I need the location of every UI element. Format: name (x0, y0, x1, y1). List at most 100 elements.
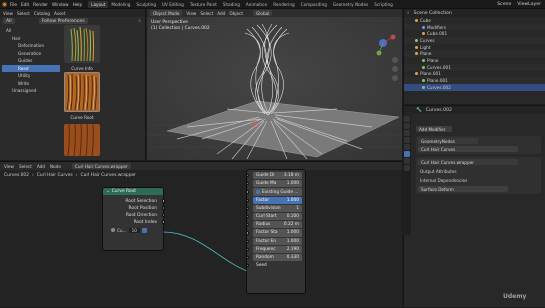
viewport-menu-view[interactable]: View (186, 11, 196, 16)
outliner-row[interactable]: Plane (404, 57, 545, 64)
group-input-field[interactable]: Existing Guide ... (246, 188, 302, 196)
group-input-field[interactable]: Subdivision 1 (246, 204, 302, 213)
render-tab-icon[interactable] (404, 123, 410, 129)
group-input-field[interactable]: Seed (246, 262, 302, 269)
checkbox-icon[interactable] (141, 227, 147, 233)
outliner-row[interactable]: Light (404, 44, 545, 51)
workspace-tab-compositing[interactable]: Compositing (298, 1, 330, 8)
viewport-menu-add[interactable]: Add (217, 11, 225, 16)
output-socket[interactable] (161, 220, 165, 224)
menu-render[interactable]: Render (33, 2, 48, 7)
input-socket[interactable] (246, 255, 250, 260)
asset-thumb-3[interactable] (64, 123, 100, 158)
workspace-tab-rendering[interactable]: Rendering (270, 1, 297, 8)
outliner-row[interactable]: Plane.001 (404, 77, 545, 84)
group-input-node[interactable]: Guide Di 3.18 m Guide Ma 1.000 Existing Guid… (246, 170, 305, 293)
input-socket[interactable] (246, 239, 250, 243)
group-input-field[interactable]: Curl Start 0.100 (246, 212, 302, 221)
count-field[interactable]: 10 (128, 227, 140, 233)
workspace-tab-uv-editing[interactable]: UV Editing (159, 1, 187, 8)
modifier-name-geometrynodes[interactable]: GeometryNodes (418, 138, 478, 144)
modifier-name-wrapper[interactable]: Curl Hair Curves.wrapper (418, 159, 518, 165)
group-input-field[interactable]: Frequenc 2.190 (246, 245, 302, 253)
catalog-item[interactable]: Generation (2, 50, 60, 58)
node-editor[interactable]: View Select Add Node Curl Hair Curves.wrapp… (0, 161, 526, 307)
workspace-tab-shading[interactable]: Shading (220, 1, 243, 8)
workspace-tab-geometry-nodes[interactable]: Geometry Nodes (330, 1, 371, 8)
asset-menu-select[interactable]: Select (17, 11, 30, 16)
input-socket[interactable] (246, 231, 250, 235)
menu-help[interactable]: Help (73, 2, 83, 7)
tool-tab-icon[interactable] (404, 116, 410, 122)
blender-logo-icon[interactable]: ◉ (0, 0, 9, 9)
import-mode-select[interactable]: Follow Preferences (38, 18, 88, 24)
node-collapse-icon[interactable]: ⌄ (106, 189, 110, 194)
catalog-item[interactable]: All (2, 27, 60, 35)
catalog-item[interactable]: Write (2, 80, 60, 88)
curve-root-node[interactable]: ⌄ Curve Root Root Selection Root Position R… (103, 188, 165, 250)
outliner-filter-icon[interactable]: ⌕ (407, 10, 410, 16)
workspace-tab-modeling[interactable]: Modeling (108, 1, 133, 8)
input-socket[interactable] (246, 174, 250, 178)
group-input-field[interactable]: Random 0.330 (246, 253, 302, 262)
scene-tab-icon[interactable] (404, 144, 410, 150)
asset-library-select[interactable]: All (3, 18, 15, 24)
menu-file[interactable]: File (10, 2, 17, 7)
catalog-item[interactable]: Utility (2, 72, 60, 80)
add-modifier-button[interactable]: Add Modifier (416, 126, 452, 132)
workspace-tab-animation[interactable]: Animation (243, 1, 270, 8)
physics-tab-icon[interactable] (404, 158, 410, 164)
view-layer-selector[interactable]: ViewLayer (517, 2, 541, 7)
asset-thumb-curve-info[interactable]: Curve Info (64, 25, 100, 71)
internal-dependencies-panel[interactable]: Internal Dependencies (418, 178, 539, 183)
outliner-row[interactable]: Curves.001 (404, 63, 545, 71)
workspace-tab-scripting[interactable]: Scripting (371, 1, 396, 8)
camera-icon[interactable] (392, 75, 398, 81)
outliner-row[interactable]: Cube (404, 17, 545, 24)
outliner-row[interactable]: Plane (404, 50, 545, 58)
input-socket[interactable] (246, 214, 250, 219)
viewport-menu-object[interactable]: Object (229, 11, 243, 16)
catalog-item[interactable]: Unassigned (2, 87, 60, 95)
group-input-field[interactable]: Guide Di 3.18 m (246, 172, 302, 180)
outliner-row[interactable]: Plane.001 (404, 71, 545, 78)
modifier-tab-icon[interactable] (404, 151, 410, 157)
output-socket[interactable] (161, 199, 165, 203)
input-socket[interactable] (246, 198, 250, 202)
output-socket[interactable] (161, 206, 165, 210)
workspace-tab-layout[interactable]: Layout (88, 0, 109, 8)
catalog-item[interactable]: Guides (2, 57, 60, 65)
output-tab-icon[interactable] (404, 130, 410, 136)
input-socket[interactable] (246, 206, 250, 210)
transform-orientation-select[interactable]: Global (253, 10, 273, 16)
input-socket[interactable] (246, 264, 250, 268)
outliner-row[interactable]: Modifiers (404, 23, 545, 31)
search-icon[interactable]: ⌕ (138, 18, 141, 24)
asset-menu-catalog[interactable]: Catalog (34, 11, 50, 16)
asset-menu-view[interactable]: View (3, 11, 13, 16)
catalog-item[interactable]: Deformation (2, 42, 60, 50)
workspace-tab-texture-paint[interactable]: Texture Paint (187, 1, 220, 8)
group-input-field[interactable]: Factor En 1.000 (246, 237, 302, 245)
group-input-field[interactable]: Guide Ma 1.000 (246, 180, 302, 188)
view-layer-tab-icon[interactable] (404, 137, 410, 143)
input-socket[interactable] (246, 223, 250, 227)
catalog-item[interactable]: Read (2, 64, 60, 72)
outliner-row[interactable]: Curves (404, 37, 545, 44)
checkbox-icon[interactable] (256, 190, 260, 195)
group-input-field[interactable]: Factor Sta 1.000 (246, 229, 302, 237)
node-group-select[interactable]: Curl Hair Curves (418, 146, 518, 152)
object-data-tab-icon[interactable] (404, 165, 410, 171)
pan-icon[interactable] (392, 66, 398, 72)
group-input-field[interactable]: Radius 0.22 m (246, 221, 302, 229)
input-socket[interactable] (246, 190, 250, 194)
catalog-item[interactable]: Hair (2, 35, 60, 43)
viewport-menu-select[interactable]: Select (200, 11, 213, 16)
object-mode-select[interactable]: Object Mode (150, 10, 183, 16)
outliner-row[interactable]: Curves.002 (404, 83, 545, 91)
group-input-field[interactable]: Factor 1.000 (246, 196, 302, 204)
output-socket[interactable] (161, 213, 165, 217)
asset-thumb-curve-root[interactable]: Curve Root (63, 71, 101, 120)
scene-selector[interactable]: Scene (497, 2, 511, 7)
surface-deform-field[interactable]: Surface Deform (418, 186, 508, 192)
